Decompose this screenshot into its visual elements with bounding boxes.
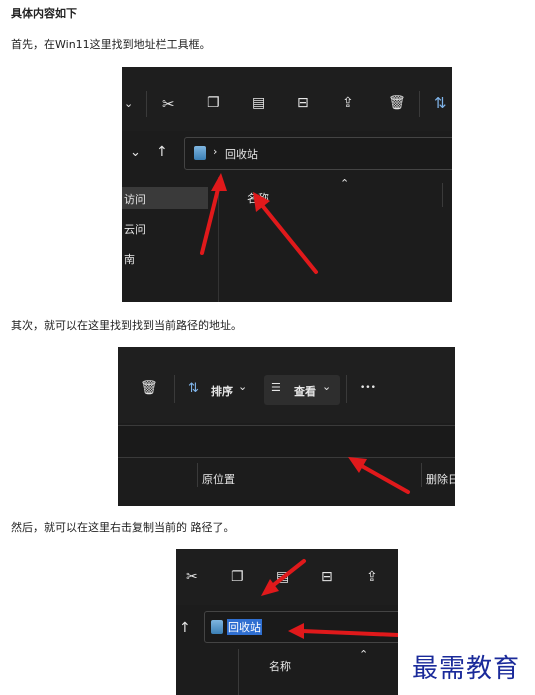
screenshot-path-field: 🗑 ⇅ 排序 ⌄ ☰ 查看 ⌄ ••• 原位置 删除日 [118, 347, 455, 506]
arrow [300, 629, 398, 637]
annotation-arrows [200, 173, 318, 274]
annotation-arrows [261, 559, 398, 639]
arrow-head [348, 457, 367, 473]
arrow [269, 559, 306, 589]
annotation-arrows [348, 457, 410, 494]
article-heading: 具体内容如下 [11, 7, 77, 20]
step1-text: 首先，在Win11这里找到地址栏工具框。 [11, 38, 211, 51]
arrow-head [288, 623, 304, 639]
screenshot-address-bar: ⌄ ✂ ❐ ▤ ⊟ ⇪ 🗑 ⇅ ⌄ ↑ › 回收站 ⌃ 名称 访问 云问 南 [122, 67, 452, 302]
step3-text: 然后，就可以在这里右击复制当前的 路径了。 [11, 521, 235, 534]
arrow [200, 183, 221, 255]
arrow [259, 202, 318, 274]
watermark-logo: 最需教育 [412, 654, 521, 684]
step2-text: 其次，就可以在这里找到找到当前路径的地址。 [11, 319, 242, 332]
screenshot-copy-path: ✂ ❐ ▤ ⊟ ⇪ ↑ 回收站 ⌃ 名称 [176, 549, 398, 695]
arrow [358, 463, 410, 494]
arrow-head [211, 173, 227, 191]
